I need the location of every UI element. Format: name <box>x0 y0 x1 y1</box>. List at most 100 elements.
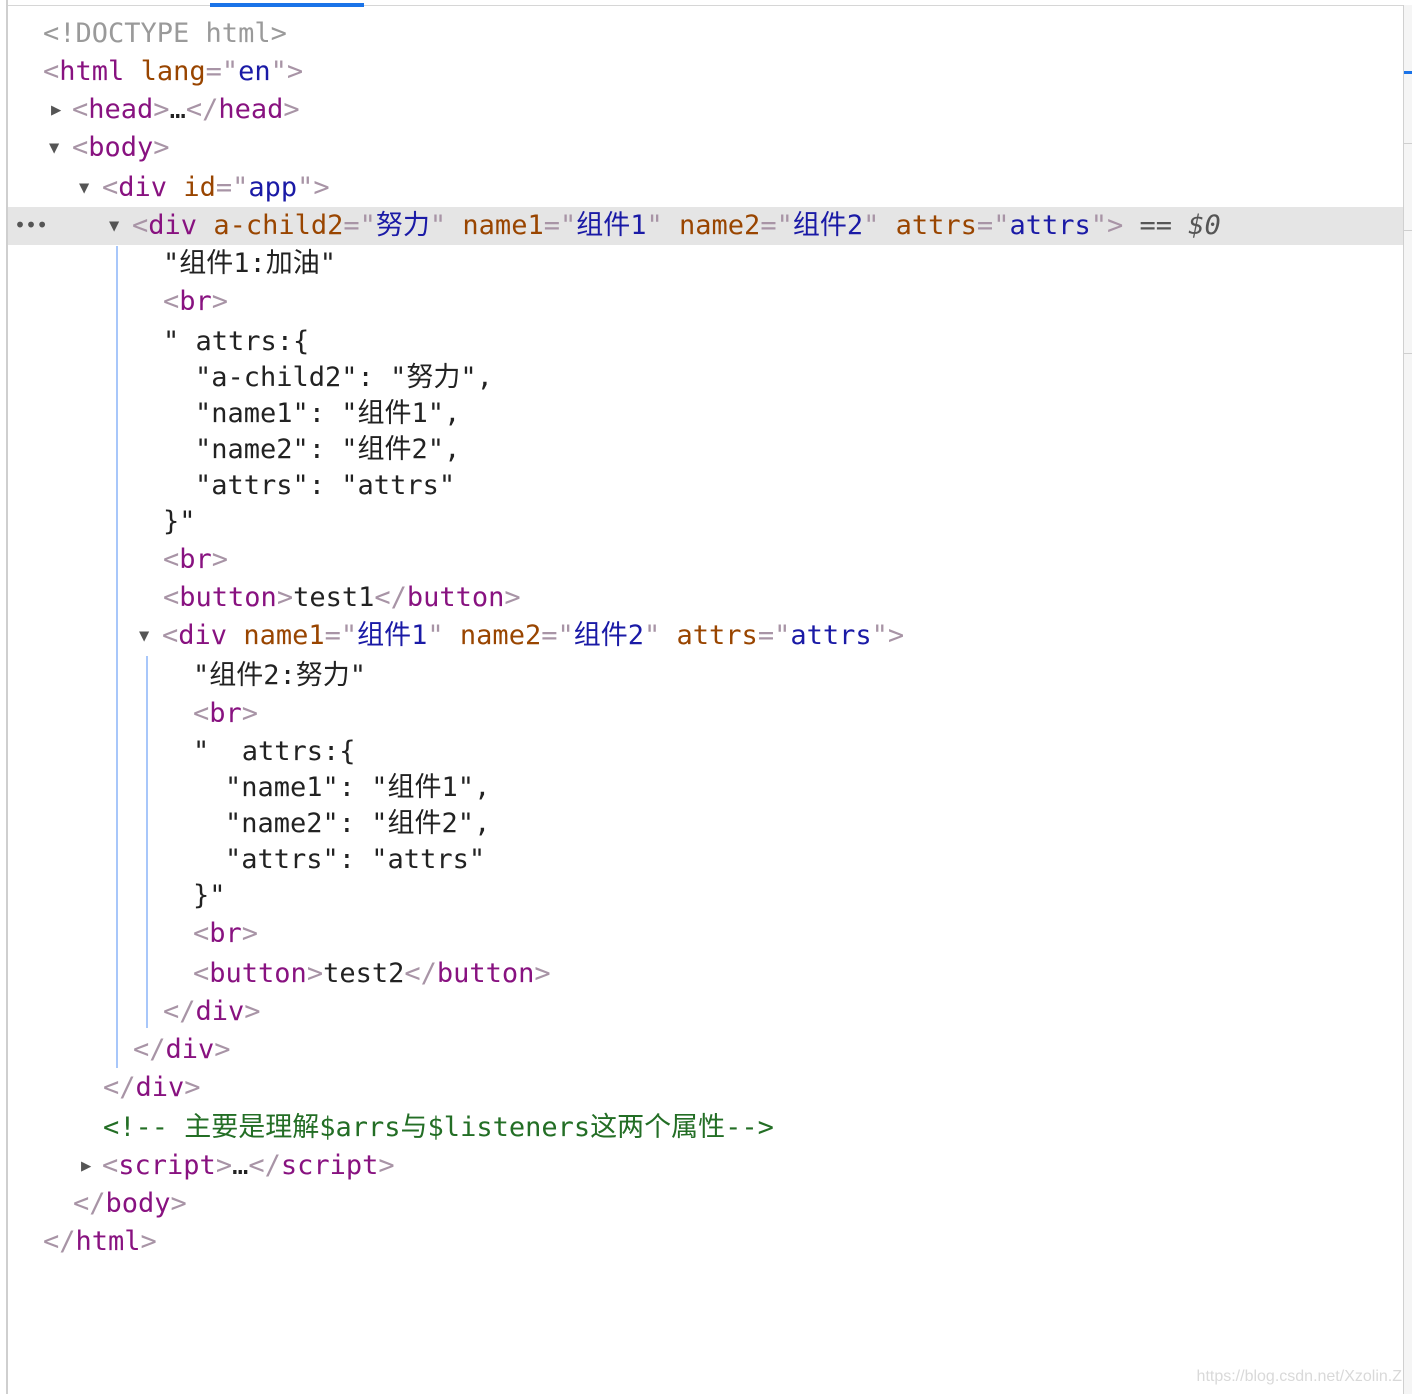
tree-row-text[interactable]: "name2": "组件2", <box>8 431 1403 469</box>
tag-name: head <box>88 94 154 125</box>
collapse-triangle-icon[interactable]: ▼ <box>139 617 149 655</box>
tree-row-selected-div[interactable]: ••• ▼ <div a-child2="努力" name1="组件1" nam… <box>8 207 1403 245</box>
attr-name: attrs <box>676 620 758 651</box>
tag-name: button <box>436 958 535 989</box>
collapse-triangle-icon[interactable]: ▼ <box>79 169 89 207</box>
tree-row-br[interactable]: <br> <box>8 283 1403 321</box>
text-node: "组件2:努力" <box>193 660 367 691</box>
attr-name: id <box>183 172 216 203</box>
tag-name: br <box>179 286 212 317</box>
attr-value[interactable]: en <box>238 56 271 87</box>
attr-name: a-child2 <box>213 210 344 241</box>
text-node: "name2": "组件2", <box>195 434 461 465</box>
tree-row-html[interactable]: <html lang="en"> <box>8 53 1403 91</box>
tag-name: br <box>179 544 212 575</box>
tag-name: div <box>148 210 198 241</box>
attr-value[interactable]: 组件2 <box>574 620 644 651</box>
tree-row-div-app[interactable]: ▼ <div id="app"> <box>8 169 1403 207</box>
text-node: "attrs": "attrs" <box>225 844 486 875</box>
attr-name: name1 <box>462 210 544 241</box>
tree-row-br[interactable]: <br> <box>8 915 1403 953</box>
tag-name: button <box>406 582 505 613</box>
tree-row-text[interactable]: "name1": "组件1", <box>8 769 1403 807</box>
tag-name: body <box>88 132 154 163</box>
comment-node: <!-- 主要是理解$arrs与$listeners这两个属性--> <box>103 1112 774 1143</box>
expand-triangle-icon[interactable]: ▶ <box>81 1147 91 1185</box>
tag-name: button <box>209 958 307 989</box>
tree-row-br[interactable]: <br> <box>8 541 1403 579</box>
selected-var: $0 <box>1188 210 1221 241</box>
tag-name: html <box>59 56 125 87</box>
tree-row-close-div[interactable]: </div> <box>8 993 1403 1031</box>
attr-name: attrs <box>895 210 977 241</box>
tree-row-body[interactable]: ▼ <body> <box>8 129 1403 167</box>
tree-row-close-body[interactable]: </body> <box>8 1185 1403 1223</box>
attr-value[interactable]: app <box>248 172 297 203</box>
tree-row-text[interactable]: "组件2:努力" <box>8 657 1403 695</box>
collapse-triangle-icon[interactable]: ▼ <box>109 207 119 245</box>
text-node: test1 <box>293 582 375 613</box>
tree-row-text[interactable]: "name2": "组件2", <box>8 805 1403 843</box>
more-options-icon[interactable]: ••• <box>14 207 48 243</box>
tree-row-text[interactable]: " attrs:{ <box>8 733 1403 771</box>
tag-name: div <box>195 996 245 1027</box>
tag-name: div <box>118 172 168 203</box>
tree-row-head[interactable]: ▶ <head>…</head> <box>8 91 1403 129</box>
tree-row-button[interactable]: <button>test2</button> <box>8 955 1403 993</box>
tree-row-script[interactable]: ▶ <script>…</script> <box>8 1147 1403 1185</box>
tree-row-text[interactable]: " attrs:{ <box>8 323 1403 361</box>
tree-row-text[interactable]: "组件1:加油" <box>8 245 1403 283</box>
tag-name: div <box>165 1034 215 1065</box>
expand-triangle-icon[interactable]: ▶ <box>51 91 61 129</box>
collapse-triangle-icon[interactable]: ▼ <box>49 129 59 167</box>
scrollbar-marker <box>1404 230 1412 231</box>
scrollbar-marker <box>1404 71 1412 74</box>
attr-name: lang <box>140 56 206 87</box>
scrollbar-marker <box>1404 143 1412 144</box>
tree-row-text[interactable]: "a-child2": "努力", <box>8 359 1403 397</box>
attr-value[interactable]: 组件1 <box>576 210 646 241</box>
tree-row-close-div[interactable]: </div> <box>8 1069 1403 1107</box>
tree-row-doctype[interactable]: <!DOCTYPE html> <box>8 15 1403 53</box>
tree-row-close-div[interactable]: </div> <box>8 1031 1403 1069</box>
text-node: " attrs:{ <box>163 326 310 357</box>
doctype-node: <!DOCTYPE html> <box>43 18 287 49</box>
collapsed-ellipsis[interactable]: … <box>232 1150 248 1181</box>
text-node: "name2": "组件2", <box>225 808 491 839</box>
tree-row-comment[interactable]: <!-- 主要是理解$arrs与$listeners这两个属性--> <box>8 1109 1403 1147</box>
text-node: }" <box>193 880 226 911</box>
attr-value[interactable]: 组件1 <box>357 620 427 651</box>
collapsed-ellipsis[interactable]: … <box>170 94 186 125</box>
tree-row-close-html[interactable]: </html> <box>8 1223 1403 1261</box>
text-node: }" <box>163 506 196 537</box>
tree-row-child-div[interactable]: ▼ <div name1="组件1" name2="组件2" attrs="at… <box>8 617 1403 655</box>
text-node: test2 <box>323 958 405 989</box>
tree-row-text[interactable]: }" <box>8 503 1403 541</box>
tree-row-text[interactable]: "name1": "组件1", <box>8 395 1403 433</box>
attr-value[interactable]: 努力 <box>376 210 430 241</box>
attr-value[interactable]: attrs <box>790 620 871 651</box>
tree-row-button[interactable]: <button>test1</button> <box>8 579 1403 617</box>
tag-name: script <box>280 1150 379 1181</box>
tag-name: br <box>209 918 242 949</box>
tag-name: div <box>178 620 228 651</box>
tree-row-text[interactable]: "attrs": "attrs" <box>8 841 1403 879</box>
text-node: "name1": "组件1", <box>225 772 491 803</box>
scrollbar[interactable] <box>1403 5 1412 1394</box>
watermark: https://blog.csdn.net/Xzolin.Z <box>1196 1368 1402 1385</box>
tag-name: script <box>118 1150 216 1181</box>
tag-name: div <box>135 1072 185 1103</box>
elements-dom-tree: <!DOCTYPE html> <html lang="en"> ▶ <head… <box>0 0 1403 1394</box>
attr-name: name2 <box>459 620 542 651</box>
tree-row-text[interactable]: "attrs": "attrs" <box>8 467 1403 505</box>
tag-name: body <box>105 1188 171 1219</box>
tree-row-br[interactable]: <br> <box>8 695 1403 733</box>
tag-name: br <box>209 698 242 729</box>
tag-name: html <box>75 1226 141 1257</box>
text-node: "name1": "组件1", <box>195 398 461 429</box>
attr-value[interactable]: attrs <box>1009 210 1090 241</box>
tree-row-text[interactable]: }" <box>8 877 1403 915</box>
attr-value[interactable]: 组件2 <box>793 210 863 241</box>
selected-marker: == <box>1123 210 1189 241</box>
scrollbar-marker <box>1404 353 1412 354</box>
